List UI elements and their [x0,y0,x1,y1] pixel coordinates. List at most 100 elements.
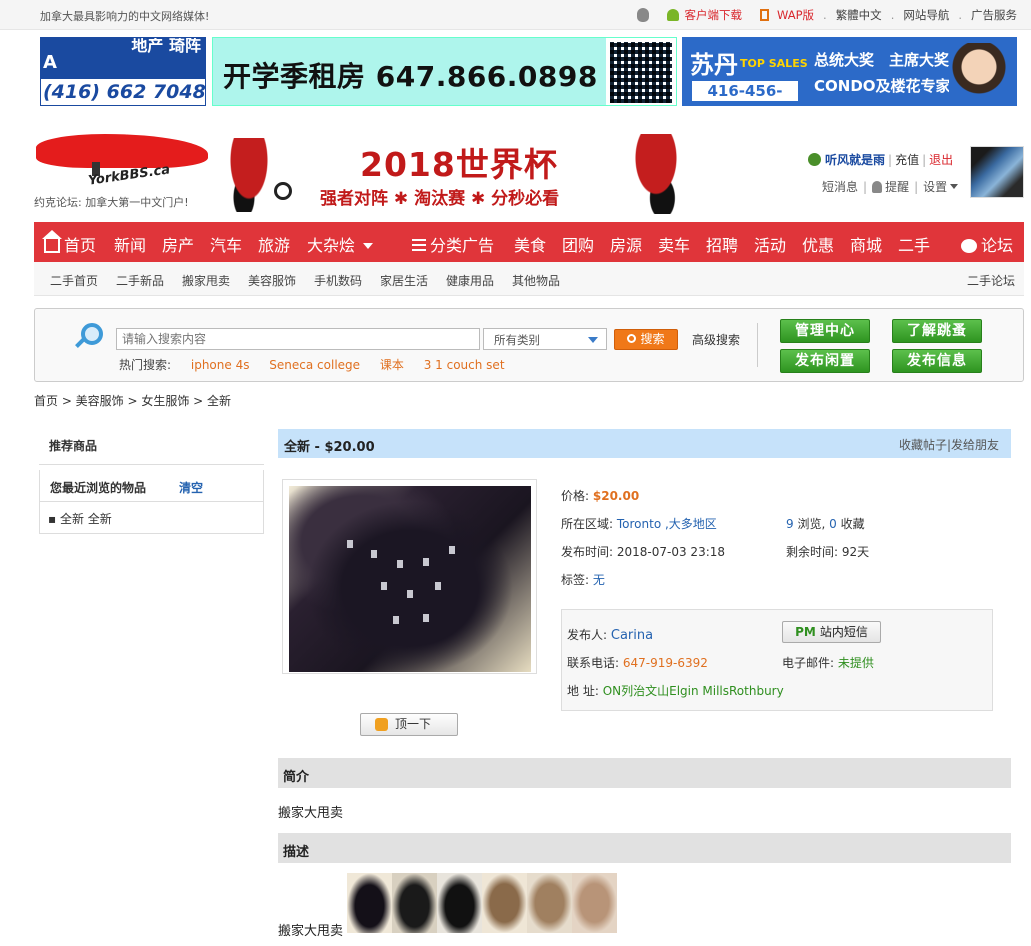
email-label: 电子邮件: [782,656,835,670]
subnav-forum-link[interactable]: 二手论坛 [967,272,1015,289]
advanced-search-link[interactable]: 高级搜索 [692,331,740,348]
subnav-item[interactable]: 二手新品 [116,272,164,289]
nav-item-auto[interactable]: 汽车 [210,232,242,256]
fav-count: 0 [829,517,837,531]
nav-label: 论坛 [981,236,1014,255]
nav-item-realestate[interactable]: 房产 [162,232,194,256]
category-select[interactable]: 所有类别 [483,328,607,350]
subnav-item[interactable]: 美容服饰 [248,272,296,289]
nav-item-travel[interactable]: 旅游 [258,232,290,256]
nav-label: 大杂烩 [307,236,356,255]
favorite-share-links[interactable]: 收藏帖子|发给朋友 [899,436,999,453]
site-nav-link[interactable]: 网站导航 [903,7,949,23]
chevron-down-icon[interactable] [950,184,959,189]
site-slogan: 加拿大最具影响力的中文网络媒体! [40,10,210,23]
hot-keyword[interactable]: 3 1 couch set [424,358,505,372]
area-link[interactable]: Toronto ,大多地区 [617,517,717,531]
separator: . [823,8,827,22]
desc-image[interactable] [347,873,392,933]
username-link[interactable]: 听风就是雨 [825,151,885,168]
pm-button[interactable]: PM 站内短信 [782,621,881,643]
user-panel: 听风就是雨 | 充值 | 退出 短消息 | 提醒 | 设置 [808,151,968,195]
nav-item-secondhand[interactable]: 二手 [898,232,930,256]
subnav-item[interactable]: 其他物品 [512,272,560,289]
avatar[interactable] [970,146,1024,198]
separator: | [914,179,919,194]
nav-item-sellcar[interactable]: 卖车 [658,232,690,256]
wap-link[interactable]: WAP版 [777,7,814,23]
nav-item-groupbuy[interactable]: 团购 [562,232,594,256]
desc-image[interactable] [437,873,482,933]
nav-item-forum[interactable]: 论坛 [961,232,1013,256]
address-value: ON列治文山Elgin MillsRothbury [602,684,784,698]
site-logo[interactable]: YorkBBS.ca 约克论坛: 加拿大第一中文门户! [34,134,212,214]
client-download-link[interactable]: 客户端下载 [684,7,742,23]
manage-center-button[interactable]: 管理中心 [780,319,870,343]
nav-item-food[interactable]: 美食 [514,232,546,256]
post-idle-button[interactable]: 发布闲置 [780,349,870,373]
clear-recent-link[interactable]: 清空 [179,479,203,496]
poster-label: 发布人: [567,628,608,642]
nav-label: 首页 [64,236,97,255]
ad-banner-condo[interactable]: 苏丹 TOP SALES 416-456-7988 总统大奖 主席大奖 COND… [682,37,1017,106]
subnav-item[interactable]: 手机数码 [314,272,362,289]
desc-image[interactable] [572,873,617,933]
messages-link[interactable]: 短消息 [822,178,858,195]
player-right-image [624,134,688,214]
qr-code-icon [606,38,676,105]
nav-item-news[interactable]: 新闻 [114,232,146,256]
like-label: 顶一下 [395,717,432,731]
nav-item-misc[interactable]: 大杂烩 [307,232,374,256]
reminders-link[interactable]: 提醒 [885,178,909,195]
nav-item-home[interactable]: 首页 [42,230,97,256]
nav-item-mall[interactable]: 商城 [850,232,882,256]
divider [757,323,758,367]
android-icon[interactable] [667,9,680,21]
nav-item-jobs[interactable]: 招聘 [706,232,738,256]
subnav-item[interactable]: 健康用品 [446,272,494,289]
desc-image[interactable] [527,873,572,933]
search-button[interactable]: 搜索 [614,329,678,350]
ad3-tag: TOP SALES [740,57,808,70]
bulb-icon [872,180,883,193]
poster-link[interactable]: Carina [611,628,653,643]
separator: | [922,152,927,167]
subnav-item[interactable]: 家居生活 [380,272,428,289]
desc-image[interactable] [392,873,437,933]
hot-keyword[interactable]: iphone 4s [191,358,250,372]
intro-section-header: 简介 [278,758,1011,788]
chat-icon [961,239,977,253]
nav-item-listings[interactable]: 房源 [610,232,642,256]
hot-keyword[interactable]: Seneca college [269,358,360,372]
ad-service-link[interactable]: 广告服务 [971,7,1017,23]
ad-banner-realtor[interactable]: A 地产 琦阵 (416) 662 7048 [40,37,206,106]
nav-item-deals[interactable]: 优惠 [802,232,834,256]
traditional-chinese-link[interactable]: 繁體中文 [836,7,882,23]
menu-icon [412,239,426,251]
logout-link[interactable]: 退出 [929,151,953,168]
subnav-item[interactable]: 二手首页 [50,272,98,289]
nav-item-events[interactable]: 活动 [754,232,786,256]
hot-keyword[interactable]: 课本 [380,358,404,372]
search-input[interactable] [116,328,480,350]
ad3-line1: 总统大奖 主席大奖 [814,51,950,69]
apple-icon[interactable] [637,8,650,22]
about-flea-button[interactable]: 了解跳蚤 [892,319,982,343]
post-info-button[interactable]: 发布信息 [892,349,982,373]
like-button[interactable]: 顶一下 [360,713,458,736]
recent-item[interactable]: ▪ 全新 全新 [48,510,112,527]
listing-photo[interactable] [289,486,531,672]
email-row: 电子邮件: 未提供 [782,654,874,671]
nav-item-classifieds[interactable]: 分类广告 [412,232,494,256]
settings-link[interactable]: 设置 [923,178,947,195]
main-nav: 首页 新闻 房产 汽车 旅游 大杂烩 分类广告 美食 团购 房源 卖车 招聘 活… [34,222,1024,262]
subnav-item[interactable]: 搬家甩卖 [182,272,230,289]
worldcup-banner[interactable]: 2018世界杯 强者对阵 ✱ 淘汰赛 ✱ 分秒必看 [224,134,714,216]
desc-image[interactable] [482,873,527,933]
ad-banner-rental[interactable]: 开学季租房 647.866.0898 [212,37,677,106]
ad3-phone: 416-456-7988 [692,81,798,106]
recharge-link[interactable]: 充值 [895,151,919,168]
posted-label: 发布时间: [561,545,614,559]
breadcrumb[interactable]: 首页 > 美容服饰 > 女生服饰 > 全新 [34,392,231,409]
price-label: 价格: [561,489,590,503]
